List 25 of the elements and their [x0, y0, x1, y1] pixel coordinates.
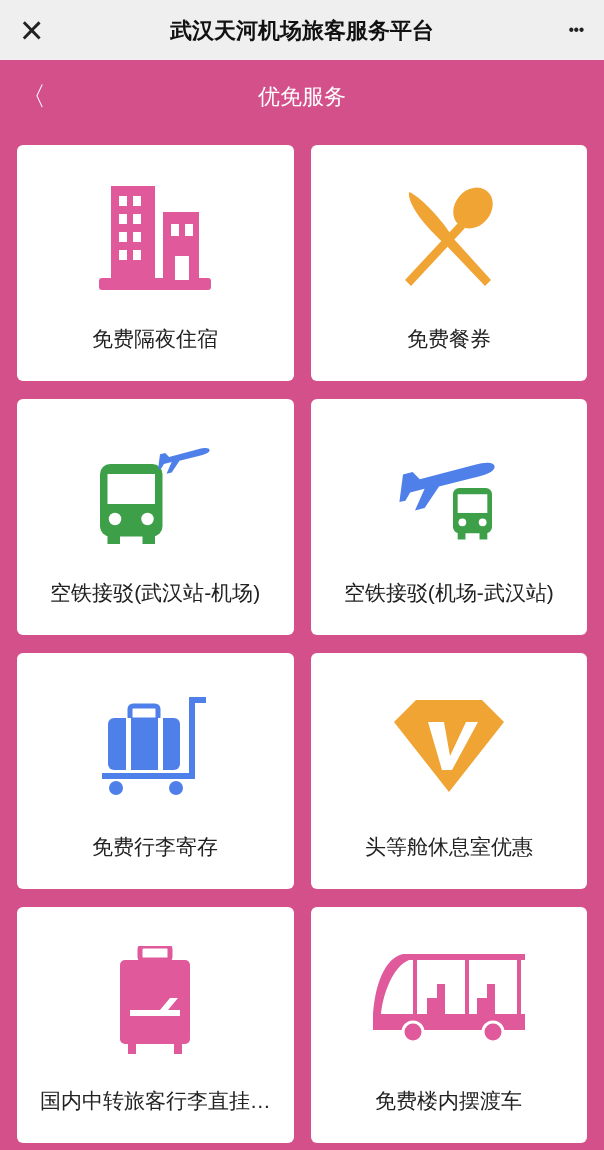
service-card[interactable]: 头等舱休息室优惠 [310, 653, 587, 889]
service-label: 国内中转旅客行李直挂… [39, 1088, 271, 1114]
service-card[interactable]: 空铁接驳(机场-武汉站) [310, 399, 587, 635]
service-label: 免费餐券 [406, 326, 491, 352]
diamond-badge-icon [393, 700, 504, 792]
window-title: 武汉天河机场旅客服务平台 [170, 16, 434, 45]
service-card[interactable]: 免费行李寄存 [17, 653, 294, 889]
service-card[interactable]: 空铁接驳(武汉站-机场) [17, 399, 294, 635]
page-title: 优免服务 [258, 82, 346, 111]
back-button[interactable]: 〈 [20, 83, 46, 109]
suitcase-icon [120, 946, 191, 1054]
service-label: 免费行李寄存 [92, 834, 219, 860]
service-card[interactable]: 国内中转旅客行李直挂… [17, 907, 294, 1143]
building-icon [99, 186, 212, 290]
service-label: 头等舱休息室优惠 [364, 834, 533, 860]
service-label: 空铁接驳(武汉站-机场) [50, 580, 261, 606]
more-button[interactable]: ••• [544, 18, 584, 42]
service-label: 免费隔夜住宿 [92, 326, 219, 352]
service-card[interactable]: 免费餐券 [310, 145, 587, 381]
service-card[interactable]: 免费隔夜住宿 [17, 145, 294, 381]
close-button[interactable]: × [20, 10, 60, 50]
service-label: 空铁接驳(机场-武汉站) [343, 580, 554, 606]
luggage-cart-icon [102, 696, 209, 796]
service-label: 免费楼内摆渡车 [375, 1088, 523, 1114]
service-card[interactable]: 免费楼内摆渡车 [310, 907, 587, 1143]
